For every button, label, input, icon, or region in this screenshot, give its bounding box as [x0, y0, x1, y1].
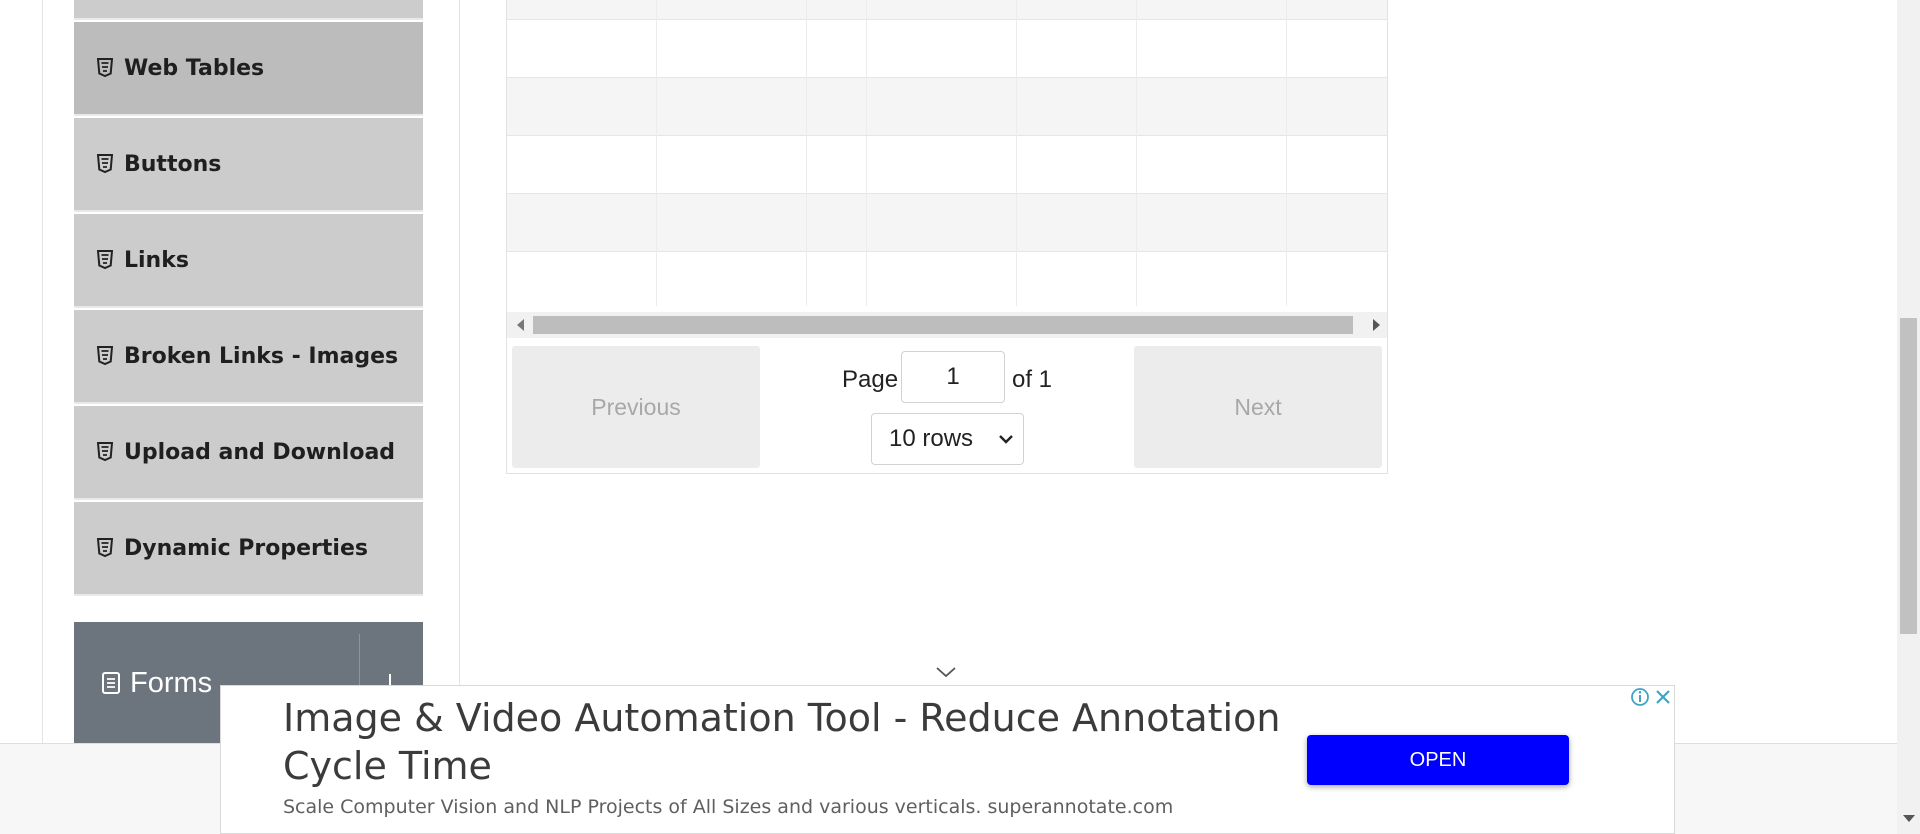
rows-per-page-select[interactable]: 10 rows: [871, 413, 1024, 465]
sidebar-item-links[interactable]: Links: [74, 214, 423, 308]
column-divider: [1286, 0, 1287, 306]
scrollbar-thumb[interactable]: [533, 316, 1353, 334]
scroll-right-icon[interactable]: [1373, 319, 1380, 331]
column-divider: [1136, 0, 1137, 306]
table-row: [507, 20, 1387, 78]
table-row: [507, 252, 1387, 310]
table-row: [507, 194, 1387, 252]
column-divider: [866, 0, 867, 306]
sidebar-item-upload-download[interactable]: Upload and Download: [74, 406, 423, 500]
next-button[interactable]: Next: [1134, 346, 1382, 468]
rows-per-page-value: 10 rows: [889, 425, 974, 452]
forms-group-label: Forms: [130, 666, 213, 699]
ad-banner[interactable]: Image & Video Automation Tool - Reduce A…: [220, 685, 1675, 834]
scroll-down-icon[interactable]: [1903, 815, 1915, 822]
sidebar-item-label: Buttons: [124, 151, 222, 177]
sidebar-item-broken-links[interactable]: Broken Links - Images: [74, 310, 423, 404]
chevron-down-icon: [997, 429, 1015, 454]
document-icon: [102, 672, 120, 694]
sidebar-item-buttons[interactable]: Buttons: [74, 118, 423, 212]
sidebar-item-label: Upload and Download: [124, 439, 396, 465]
html5-icon: [96, 442, 114, 462]
sidebar-item-dynamic-properties[interactable]: Dynamic Properties: [74, 502, 423, 596]
vertical-scrollbar[interactable]: [1897, 0, 1920, 834]
scroll-left-icon[interactable]: [517, 319, 524, 331]
table-row: [507, 0, 1387, 20]
sidebar-item-label: Dynamic Properties: [124, 535, 368, 561]
column-divider: [656, 0, 657, 306]
sidebar-item-previous[interactable]: [74, 0, 423, 20]
page-number-input[interactable]: [901, 351, 1005, 403]
ad-headline[interactable]: Image & Video Automation Tool - Reduce A…: [283, 694, 1283, 790]
page-label: Page: [842, 366, 899, 393]
left-divider: [42, 0, 43, 744]
ad-open-button[interactable]: OPEN: [1307, 735, 1569, 785]
scrollbar-thumb[interactable]: [1900, 318, 1917, 634]
html5-icon: [96, 346, 114, 366]
sidebar-item-label: Web Tables: [124, 55, 265, 81]
table-row: [507, 78, 1387, 136]
html5-icon: [96, 58, 114, 78]
close-icon[interactable]: [1652, 686, 1674, 708]
horizontal-scrollbar[interactable]: [507, 312, 1387, 338]
html5-icon: [96, 154, 114, 174]
html5-icon: [96, 250, 114, 270]
previous-button[interactable]: Previous: [512, 346, 760, 468]
sidebar-divider: [459, 0, 460, 744]
sidebar-item-label: Broken Links - Images: [124, 343, 399, 369]
sidebar-item-label: Links: [124, 247, 189, 273]
column-divider: [1016, 0, 1017, 306]
column-divider: [806, 0, 807, 306]
sidebar-item-web-tables[interactable]: Web Tables: [74, 22, 423, 116]
chevron-down-icon[interactable]: [935, 665, 957, 684]
html5-icon: [96, 538, 114, 558]
adchoices-icon[interactable]: [1629, 686, 1651, 708]
ad-description[interactable]: Scale Computer Vision and NLP Projects o…: [283, 796, 1173, 818]
table-row: [507, 136, 1387, 194]
page-total-label: of 1: [1012, 366, 1053, 393]
